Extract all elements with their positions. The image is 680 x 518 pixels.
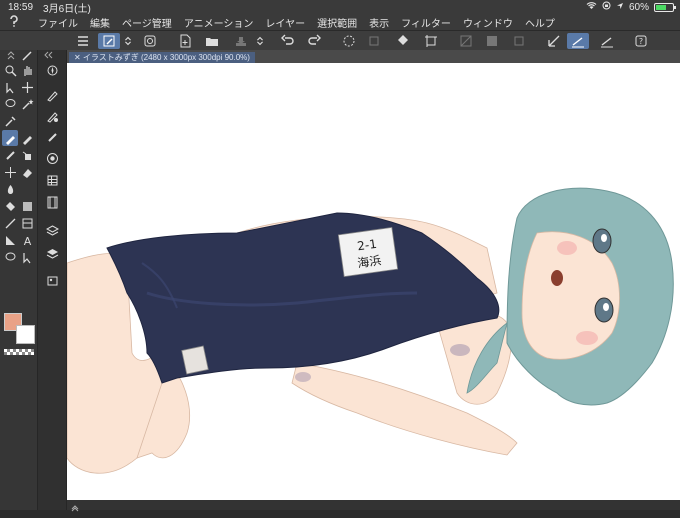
drawing-canvas[interactable]: 2-1 海浜 (67, 63, 680, 500)
film-icon[interactable] (44, 194, 60, 210)
move-layer-icon[interactable] (19, 79, 35, 95)
zoom-icon[interactable] (2, 62, 18, 78)
app-logo-icon[interactable] (8, 14, 28, 30)
orientation-lock-icon (602, 1, 611, 13)
share-icon[interactable] (141, 33, 159, 49)
clear-selection-icon[interactable] (457, 33, 475, 49)
save-icon[interactable] (232, 33, 250, 49)
menu-page[interactable]: ページ管理 (122, 15, 172, 30)
blend-icon[interactable] (2, 181, 18, 197)
correct-line-icon[interactable] (19, 249, 35, 265)
chevron-updown-icon[interactable] (122, 33, 134, 49)
svg-text:?: ? (639, 37, 643, 46)
battery-percent: 60% (628, 1, 649, 13)
help-icon[interactable]: ? (632, 33, 650, 49)
status-bar: 18:59 3月6日(土) 60% (0, 0, 680, 15)
magic-wand-icon[interactable] (19, 96, 35, 112)
pencil-icon[interactable] (19, 130, 35, 146)
color-set-icon[interactable] (44, 172, 60, 188)
menu-animation[interactable]: アニメーション (184, 15, 254, 30)
ruler-icon[interactable] (545, 33, 563, 49)
sub-tool-palette (38, 50, 67, 510)
menu-help[interactable]: ヘルプ (525, 15, 555, 30)
menu-view[interactable]: 表示 (369, 15, 389, 30)
layers-icon[interactable] (44, 245, 60, 261)
canvas-area: ✕ イラストみずぎ (2480 x 3000px 300dpi 90.0%) 2… (67, 50, 680, 500)
name-tag: 2-1 海浜 (337, 226, 399, 278)
open-folder-icon[interactable] (203, 33, 221, 49)
selection-border-icon[interactable] (510, 33, 528, 49)
expand-icon[interactable] (41, 50, 57, 60)
chevron-up-icon[interactable] (71, 500, 79, 518)
loading-icon[interactable] (340, 33, 358, 49)
pen-small-icon[interactable] (19, 50, 35, 61)
eraser-icon[interactable] (19, 164, 35, 180)
command-bar: ? (0, 30, 680, 51)
status-right: 60% (586, 0, 676, 14)
fill-bucket-icon[interactable] (2, 198, 18, 214)
document-tab[interactable]: ✕ イラストみずぎ (2480 x 3000px 300dpi 90.0%) (69, 52, 255, 63)
pen-icon[interactable] (2, 130, 18, 146)
eyedropper-icon[interactable] (2, 113, 18, 129)
menu-edit[interactable]: 編集 (90, 15, 110, 30)
menu-layer[interactable]: レイヤー (265, 15, 305, 30)
snap-special-ruler-icon[interactable] (596, 33, 618, 49)
name-tag-line1: 2-1 (356, 237, 377, 254)
undo-icon[interactable] (279, 33, 297, 49)
navigator-icon[interactable] (44, 62, 60, 78)
battery-level (656, 4, 666, 10)
status-date: 3月6日(土) (43, 3, 91, 15)
gradient-icon[interactable] (19, 198, 35, 214)
new-file-icon[interactable] (176, 33, 194, 49)
crop-icon[interactable] (365, 33, 383, 49)
school-badge (181, 345, 209, 375)
menu-filter[interactable]: フィルター (401, 15, 451, 30)
hand-icon[interactable] (19, 62, 35, 78)
brush-icon[interactable] (2, 147, 18, 163)
transparent-color-swatch[interactable] (4, 349, 34, 355)
wifi-icon (586, 1, 597, 13)
svg-text:A: A (23, 235, 31, 247)
operation-icon[interactable] (2, 79, 18, 95)
brush-size-icon[interactable] (44, 129, 60, 145)
tool-palette: A (0, 50, 38, 510)
color-wheel-icon[interactable] (44, 150, 60, 166)
illustration: 2-1 海浜 (67, 187, 674, 474)
frame-border-icon[interactable] (19, 215, 35, 231)
balloon-icon[interactable] (2, 249, 18, 265)
collapse-icon[interactable] (3, 50, 19, 60)
location-icon (616, 2, 624, 13)
sub-tool-pen-icon[interactable] (44, 87, 60, 103)
bottom-panel-bar (67, 500, 680, 512)
transform-icon[interactable] (422, 33, 440, 49)
menu-bar: ファイル 編集 ページ管理 アニメーション レイヤー 選択範囲 表示 フィルター… (0, 14, 680, 30)
menu-window[interactable]: ウィンドウ (463, 15, 513, 30)
airbrush-icon[interactable] (19, 147, 35, 163)
lasso-icon[interactable] (2, 96, 18, 112)
battery-icon (654, 2, 676, 12)
figure-icon[interactable] (2, 215, 18, 231)
text-icon[interactable]: A (19, 232, 35, 248)
hamburger-menu-icon[interactable] (74, 33, 92, 49)
decoration-icon[interactable] (2, 164, 18, 180)
redo-icon[interactable] (305, 33, 323, 49)
menu-selection[interactable]: 選択範囲 (317, 15, 357, 30)
material-icon[interactable] (44, 272, 60, 288)
edit-mode-icon[interactable] (98, 33, 120, 49)
chevron-updown-icon[interactable] (254, 33, 266, 49)
layer-property-icon[interactable] (44, 222, 60, 238)
ruler-tool-icon[interactable] (2, 232, 18, 248)
menu-file[interactable]: ファイル (38, 15, 78, 30)
sub-color-swatch[interactable] (16, 325, 35, 344)
snap-ruler-icon[interactable] (567, 33, 589, 49)
fill-icon[interactable] (394, 33, 412, 49)
status-time: 18:59 (8, 1, 34, 13)
invert-selection-icon[interactable] (483, 33, 501, 49)
sub-tool-detail-icon[interactable] (44, 108, 60, 124)
